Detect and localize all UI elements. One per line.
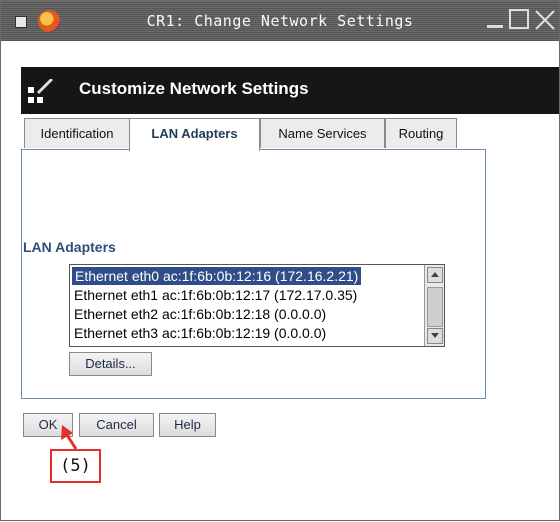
tab-routing[interactable]: Routing — [385, 118, 457, 148]
tab-lan-adapters[interactable]: LAN Adapters — [129, 118, 260, 151]
maximize-button[interactable] — [509, 9, 529, 29]
adapter-list-item[interactable]: Ethernet eth3 ac:1f:6b:0b:12:19 (0.0.0.0… — [74, 324, 326, 342]
adapter-list-item[interactable]: Ethernet eth1 ac:1f:6b:0b:12:17 (172.17.… — [74, 286, 357, 304]
lan-adapters-listbox[interactable]: Ethernet eth0 ac:1f:6b:0b:12:16 (172.16.… — [69, 264, 445, 347]
details-button[interactable]: Details... — [69, 352, 152, 376]
dialog-header-title: Customize Network Settings — [79, 79, 309, 98]
dialog-window: CR1: Change Network Settings Customize N… — [0, 0, 560, 521]
scroll-down-arrow-icon[interactable] — [427, 328, 443, 344]
close-icon — [535, 10, 555, 30]
scroll-up-arrow-icon[interactable] — [427, 267, 443, 283]
minimize-button[interactable] — [485, 9, 505, 29]
scroll-thumb[interactable] — [427, 287, 443, 327]
lan-adapters-section-label: LAN Adapters — [23, 239, 116, 255]
cancel-button[interactable]: Cancel — [79, 413, 154, 437]
window-title: CR1: Change Network Settings — [146, 12, 414, 30]
title-bar[interactable]: CR1: Change Network Settings — [1, 1, 559, 41]
ok-button[interactable]: OK — [23, 413, 73, 437]
help-button[interactable]: Help — [159, 413, 216, 437]
close-button[interactable] — [534, 9, 555, 30]
network-settings-icon — [28, 79, 54, 103]
listbox-scrollbar[interactable] — [424, 265, 444, 346]
tab-identification[interactable]: Identification — [24, 118, 130, 148]
adapter-list-item[interactable]: Ethernet eth2 ac:1f:6b:0b:12:18 (0.0.0.0… — [74, 305, 326, 323]
adapter-list-item[interactable]: Ethernet eth0 ac:1f:6b:0b:12:16 (172.16.… — [72, 267, 362, 285]
dialog-header: Customize Network Settings — [21, 67, 559, 114]
step-callout-label: (5) — [50, 449, 101, 483]
tab-name-services[interactable]: Name Services — [260, 118, 385, 148]
